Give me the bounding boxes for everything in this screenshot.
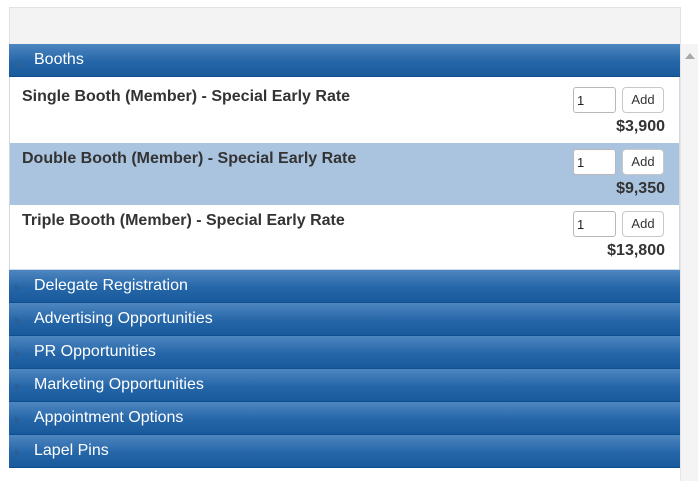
product-row: Single Booth (Member) - Special Early Ra… [10,81,679,143]
product-name: Single Booth (Member) - Special Early Ra… [22,88,351,105]
add-button[interactable]: Add [622,149,664,175]
product-price: $13,800 [607,242,665,259]
top-toolbar [9,7,681,44]
product-name: Double Booth (Member) - Special Early Ra… [22,150,357,167]
section-header-marketing-opportunities[interactable]: Marketing Opportunities [9,369,680,402]
section-label: Lapel Pins [34,442,109,459]
section-label: Booths [34,51,84,68]
product-name: Triple Booth (Member) - Special Early Ra… [22,212,345,229]
product-row: Triple Booth (Member) - Special Early Ra… [10,205,679,267]
expand-triangle-icon [15,284,20,292]
product-price: $3,900 [616,118,665,135]
section-header-delegate-registration[interactable]: Delegate Registration [9,270,680,303]
section-header-pr-opportunities[interactable]: PR Opportunities [9,336,680,369]
collapse-triangle-icon [15,60,21,66]
expand-triangle-icon [15,383,20,391]
expand-triangle-icon [15,350,20,358]
section-label: PR Opportunities [34,343,156,360]
scroll-up-arrow-icon[interactable] [685,53,695,59]
product-row: Double Booth (Member) - Special Early Ra… [10,143,679,205]
add-button[interactable]: Add [622,87,664,113]
expand-triangle-icon [15,317,20,325]
add-button[interactable]: Add [622,211,664,237]
section-label: Appointment Options [34,409,184,426]
product-accordion: Booths Single Booth (Member) - Special E… [9,44,680,468]
section-label: Advertising Opportunities [34,310,213,327]
quantity-input[interactable] [573,149,616,175]
section-header-lapel-pins[interactable]: Lapel Pins [9,435,680,468]
section-header-appointment-options[interactable]: Appointment Options [9,402,680,435]
section-header-advertising-opportunities[interactable]: Advertising Opportunities [9,303,680,336]
section-label: Marketing Opportunities [34,376,204,393]
section-header-booths[interactable]: Booths [9,44,680,77]
product-price: $9,350 [616,180,665,197]
booths-panel: Single Booth (Member) - Special Early Ra… [9,77,680,270]
vertical-scrollbar[interactable] [680,44,698,481]
quantity-input[interactable] [573,87,616,113]
expand-triangle-icon [15,416,20,424]
expand-triangle-icon [15,449,20,457]
section-label: Delegate Registration [34,277,188,294]
quantity-input[interactable] [573,211,616,237]
